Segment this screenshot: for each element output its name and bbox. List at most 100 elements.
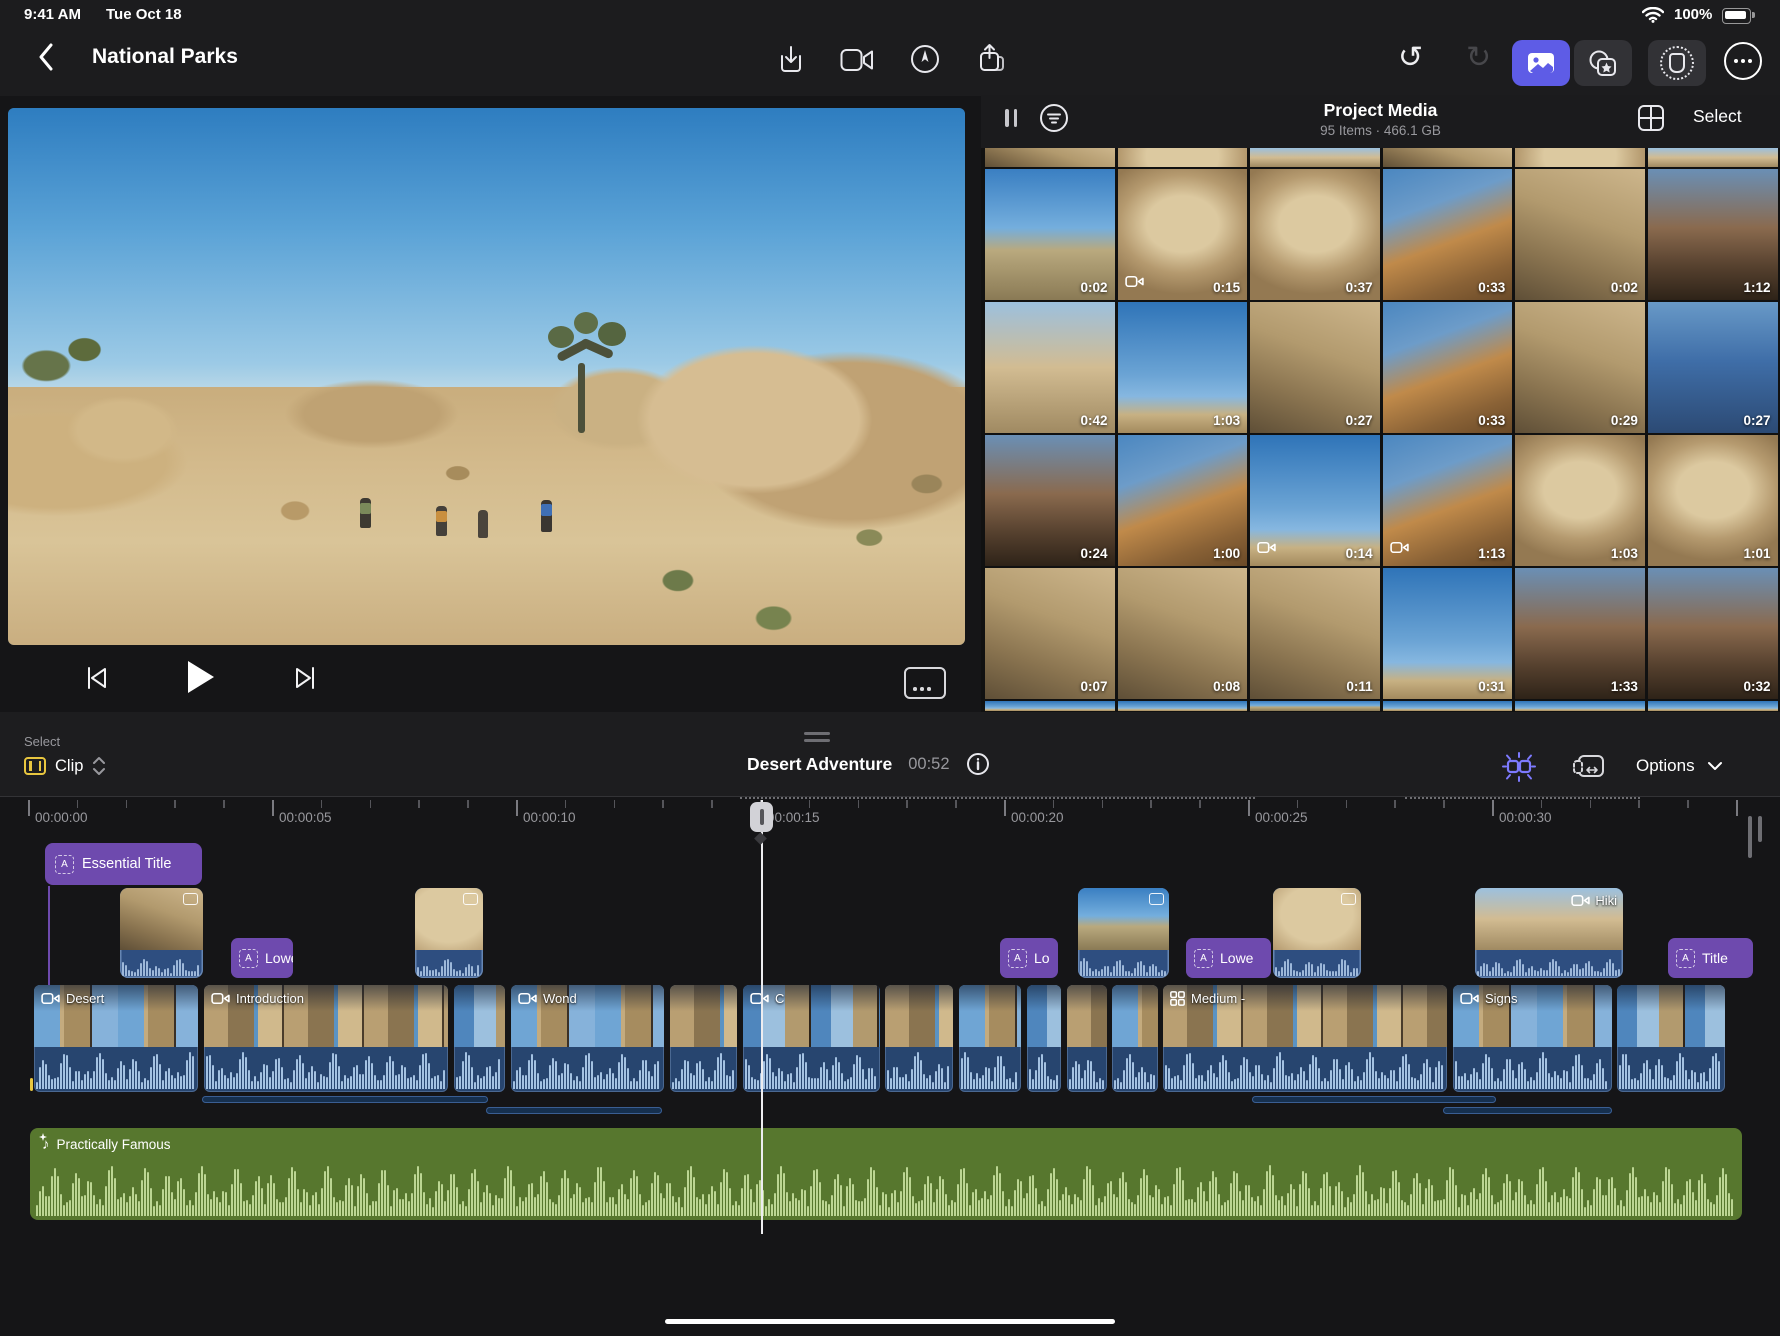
title-clip[interactable]: AEssential Title <box>45 843 202 885</box>
undo-button[interactable]: ↺ <box>1398 43 1423 73</box>
home-indicator[interactable] <box>665 1319 1115 1324</box>
media-thumbnail[interactable] <box>1118 148 1248 167</box>
title-chip[interactable]: ATitle <box>1668 938 1753 978</box>
media-subtitle-separator: · <box>1376 123 1381 138</box>
media-thumbnail[interactable] <box>1118 701 1248 711</box>
primary-clip[interactable]: C <box>743 985 880 1092</box>
media-thumbnail[interactable] <box>985 701 1115 711</box>
music-clip-label: Practically Famous <box>57 1137 171 1152</box>
primary-clip[interactable]: Introduction <box>204 985 448 1092</box>
connected-clip-header: Hiki <box>1571 893 1617 908</box>
media-thumbnail[interactable]: 0:27 <box>1250 302 1380 433</box>
connected-clip[interactable]: Hiki <box>1475 888 1623 978</box>
pencil-tools-icon[interactable] <box>910 44 940 74</box>
media-thumbnail[interactable] <box>985 148 1115 167</box>
media-thumbnail[interactable]: 1:12 <box>1648 169 1778 300</box>
title-a-icon: A <box>239 949 258 968</box>
primary-clip[interactable] <box>1027 985 1061 1092</box>
background-tasks-icon[interactable] <box>1572 752 1608 782</box>
media-thumbnail[interactable]: 1:03 <box>1118 302 1248 433</box>
primary-clip[interactable] <box>885 985 953 1092</box>
timeline-drag-handle[interactable] <box>804 732 830 742</box>
media-select-button[interactable]: Select <box>1693 106 1742 127</box>
media-thumbnail[interactable] <box>1383 148 1513 167</box>
media-thumbnail[interactable]: 0:33 <box>1383 302 1513 433</box>
clip-duration: 0:37 <box>1346 280 1373 295</box>
primary-clip-header: Wond <box>518 991 577 1006</box>
media-thumbnail[interactable]: 0:02 <box>1515 169 1645 300</box>
media-thumbnail[interactable]: 0:31 <box>1383 568 1513 699</box>
more-menu-button[interactable] <box>1724 42 1762 80</box>
primary-clip[interactable]: Medium - <box>1163 985 1447 1092</box>
media-browser-button[interactable] <box>1512 40 1570 86</box>
primary-clip[interactable] <box>959 985 1021 1092</box>
title-chip[interactable]: ALowe <box>231 938 293 978</box>
title-chip[interactable]: ALo <box>1000 938 1058 978</box>
share-icon[interactable] <box>976 43 1008 75</box>
playhead-handle[interactable] <box>750 802 773 832</box>
titles-effects-button[interactable] <box>1574 40 1632 86</box>
primary-clip-waveform <box>36 1051 196 1089</box>
media-thumbnail[interactable]: 0:08 <box>1118 568 1248 699</box>
connect-sync-icon[interactable] <box>1500 750 1538 784</box>
clip-mode-selector[interactable]: Clip <box>24 756 106 776</box>
media-thumbnail[interactable] <box>1515 701 1645 711</box>
primary-clip[interactable] <box>670 985 737 1092</box>
title-chip[interactable]: ALowe <box>1186 938 1271 978</box>
import-icon[interactable] <box>776 44 806 74</box>
media-thumbnail[interactable]: 0:07 <box>985 568 1115 699</box>
media-thumbnail[interactable]: 0:14 <box>1250 435 1380 566</box>
back-button[interactable] <box>38 43 54 71</box>
media-thumbnail[interactable] <box>1648 148 1778 167</box>
primary-clip[interactable] <box>1067 985 1107 1092</box>
play-button[interactable] <box>186 659 216 695</box>
media-thumbnail[interactable]: 0:02 <box>985 169 1115 300</box>
media-thumbnail[interactable]: 0:42 <box>985 302 1115 433</box>
media-thumbnail[interactable]: 0:33 <box>1383 169 1513 300</box>
viewer-preview[interactable] <box>8 108 965 645</box>
audio-role-bar[interactable] <box>1443 1107 1612 1114</box>
primary-clip[interactable] <box>454 985 505 1092</box>
skip-forward-button[interactable] <box>292 665 318 691</box>
primary-clip[interactable] <box>1112 985 1158 1092</box>
audio-role-bar[interactable] <box>1252 1096 1496 1103</box>
options-menu[interactable]: Options <box>1636 756 1723 776</box>
media-thumbnail[interactable] <box>1383 701 1513 711</box>
info-icon[interactable] <box>966 752 990 776</box>
connected-clip[interactable] <box>1078 888 1169 978</box>
media-thumbnail[interactable]: 0:37 <box>1250 169 1380 300</box>
media-thumbnail[interactable]: 1:00 <box>1118 435 1248 566</box>
primary-clip[interactable]: Wond <box>511 985 664 1092</box>
media-thumbnail[interactable]: 0:24 <box>985 435 1115 566</box>
media-thumbnail[interactable]: 0:15 <box>1118 169 1248 300</box>
media-thumbnail[interactable] <box>1250 148 1380 167</box>
media-thumbnail[interactable]: 1:03 <box>1515 435 1645 566</box>
connected-clip[interactable] <box>120 888 203 978</box>
media-thumbnail[interactable]: 0:27 <box>1648 302 1778 433</box>
jog-wheel-button[interactable] <box>1648 40 1706 86</box>
primary-clip[interactable]: Desert <box>34 985 198 1092</box>
music-clip[interactable]: ♪ Practically Famous <box>30 1128 1742 1220</box>
media-thumbnail[interactable] <box>1250 701 1380 711</box>
redo-button[interactable]: ↻ <box>1466 43 1491 73</box>
viewer-display-options-icon[interactable] <box>904 667 946 699</box>
media-thumbnail[interactable]: 0:29 <box>1515 302 1645 433</box>
media-thumbnail[interactable] <box>1648 701 1778 711</box>
media-thumbnail[interactable]: 0:32 <box>1648 568 1778 699</box>
grid-view-icon[interactable] <box>1637 104 1665 132</box>
connected-clip[interactable] <box>1273 888 1361 978</box>
connected-clip[interactable] <box>415 888 483 978</box>
camera-icon[interactable] <box>840 48 874 72</box>
skip-back-button[interactable] <box>84 665 110 691</box>
primary-clip[interactable] <box>1617 985 1725 1092</box>
media-thumbnail[interactable]: 1:01 <box>1648 435 1778 566</box>
primary-clip-waveform <box>1029 1051 1059 1089</box>
media-thumbnail[interactable]: 0:11 <box>1250 568 1380 699</box>
media-thumbnail[interactable]: 1:33 <box>1515 568 1645 699</box>
audio-role-bar[interactable] <box>486 1107 662 1114</box>
media-thumbnail[interactable] <box>1515 148 1645 167</box>
media-thumbnail[interactable]: 1:13 <box>1383 435 1513 566</box>
jog-dial-icon <box>1660 46 1694 80</box>
primary-clip[interactable]: Signs <box>1453 985 1612 1092</box>
audio-role-bar[interactable] <box>202 1096 488 1103</box>
